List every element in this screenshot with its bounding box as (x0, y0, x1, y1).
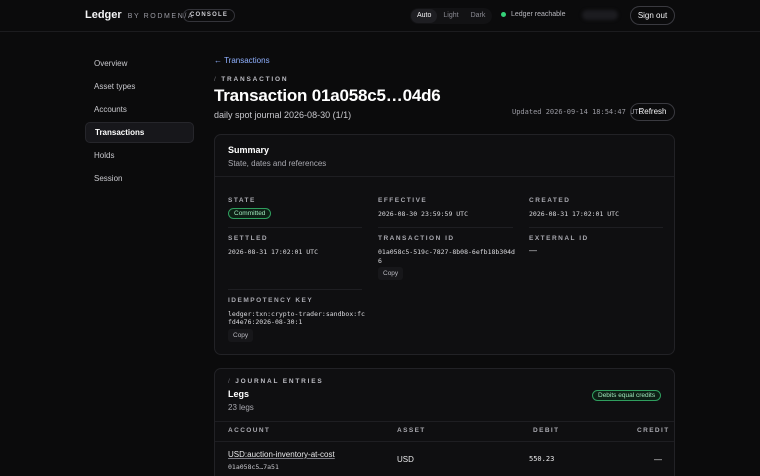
journal-title: Legs (228, 389, 250, 399)
refresh-button[interactable]: Refresh (630, 103, 675, 121)
transaction-id-line2: 6 (378, 257, 382, 265)
column-header-account: ACCOUNT (228, 427, 271, 434)
page-eyebrow-text: TRANSACTION (221, 76, 289, 83)
sidebar: Overview Asset types Accounts Transactio… (85, 53, 194, 191)
journal-eyebrow-text: JOURNAL ENTRIES (235, 378, 324, 385)
summary-subtitle: State, dates and references (228, 159, 327, 168)
idempotency-key-label: IDEMPOTENCY KEY (228, 297, 314, 304)
settled-label: SETTLED (228, 235, 269, 242)
transaction-id-line1: 01a058c5-519c-7827-8b08-6efb18b304d (378, 248, 515, 256)
page-subtitle: daily spot journal 2026-08-30 (1/1) (214, 110, 352, 120)
idempotency-key-line2: fd4e76:2026-08-30:1 (228, 318, 303, 326)
summary-title: Summary (228, 145, 270, 155)
state-label: STATE (228, 197, 256, 204)
theme-option-light[interactable]: Light (437, 9, 464, 23)
brand[interactable]: Ledger BY RODMEN/A (85, 9, 194, 21)
transaction-id-label: TRANSACTION ID (378, 235, 455, 242)
table-divider (215, 421, 674, 422)
theme-option-auto[interactable]: Auto (411, 9, 438, 23)
effective-label: EFFECTIVE (378, 197, 428, 204)
user-label: •••• •••• (582, 10, 618, 20)
settled-value: 2026-08-31 17:02:01 UTC (228, 248, 319, 256)
balance-badge: Debits equal credits (592, 390, 662, 401)
effective-value: 2026-08-30 23:59:59 UTC (378, 210, 469, 218)
state-badge: Committed (228, 208, 272, 219)
sidebar-item-overview[interactable]: Overview (85, 53, 194, 74)
sign-out-button[interactable]: Sign out (630, 6, 675, 25)
back-to-transactions-link[interactable]: ← Transactions (214, 56, 270, 65)
copy-transaction-id-button[interactable]: Copy (378, 267, 404, 280)
journal-entries-card: / JOURNAL ENTRIES Legs 23 legs Debits eq… (214, 368, 675, 476)
status-dot-icon (501, 12, 506, 17)
divider (529, 227, 663, 228)
external-id-value: — (529, 246, 537, 255)
table-divider (215, 441, 674, 442)
asset-cell: USD (397, 455, 414, 464)
divider (228, 289, 362, 290)
sidebar-item-asset-types[interactable]: Asset types (85, 76, 194, 97)
journal-eyebrow: / JOURNAL ENTRIES (228, 378, 324, 385)
created-value: 2026-08-31 17:02:01 UTC (529, 210, 620, 218)
column-header-debit: DEBIT (533, 427, 560, 434)
updated-timestamp: Updated 2026-09-14 18:54:47 UTC (512, 108, 643, 116)
page-title: Transaction 01a058c5…04d6 (214, 86, 441, 105)
created-label: CREATED (529, 197, 571, 204)
summary-card: Summary State, dates and references STAT… (214, 134, 675, 355)
brand-name: Ledger (85, 9, 122, 21)
page-eyebrow: / TRANSACTION (214, 76, 289, 83)
connection-status: Ledger reachable (501, 11, 566, 18)
account-link[interactable]: USD:auction-inventory-at-cost (228, 450, 335, 459)
sidebar-item-accounts[interactable]: Accounts (85, 99, 194, 120)
sidebar-item-transactions[interactable]: Transactions (85, 122, 194, 143)
account-id: 01a058c5…7a51 (228, 463, 279, 471)
divider (378, 227, 513, 228)
console-badge: CONSOLE (183, 9, 236, 22)
column-header-credit: CREDIT (637, 427, 670, 434)
copy-idempotency-key-button[interactable]: Copy (228, 329, 254, 342)
sidebar-item-session[interactable]: Session (85, 168, 194, 189)
status-text: Ledger reachable (511, 11, 566, 18)
summary-header: Summary State, dates and references (215, 135, 674, 177)
column-header-asset: ASSET (397, 427, 426, 434)
debit-cell: 550.23 (529, 455, 555, 463)
external-id-label: EXTERNAL ID (529, 235, 589, 242)
sidebar-item-holds[interactable]: Holds (85, 145, 194, 166)
divider (228, 227, 362, 228)
theme-option-dark[interactable]: Dark (465, 9, 492, 23)
theme-toggle: Auto Light Dark (410, 8, 493, 24)
legs-count: 23 legs (228, 403, 254, 412)
top-bar: Ledger BY RODMEN/A CONSOLE Auto Light Da… (0, 0, 760, 32)
credit-cell: — (654, 455, 662, 464)
